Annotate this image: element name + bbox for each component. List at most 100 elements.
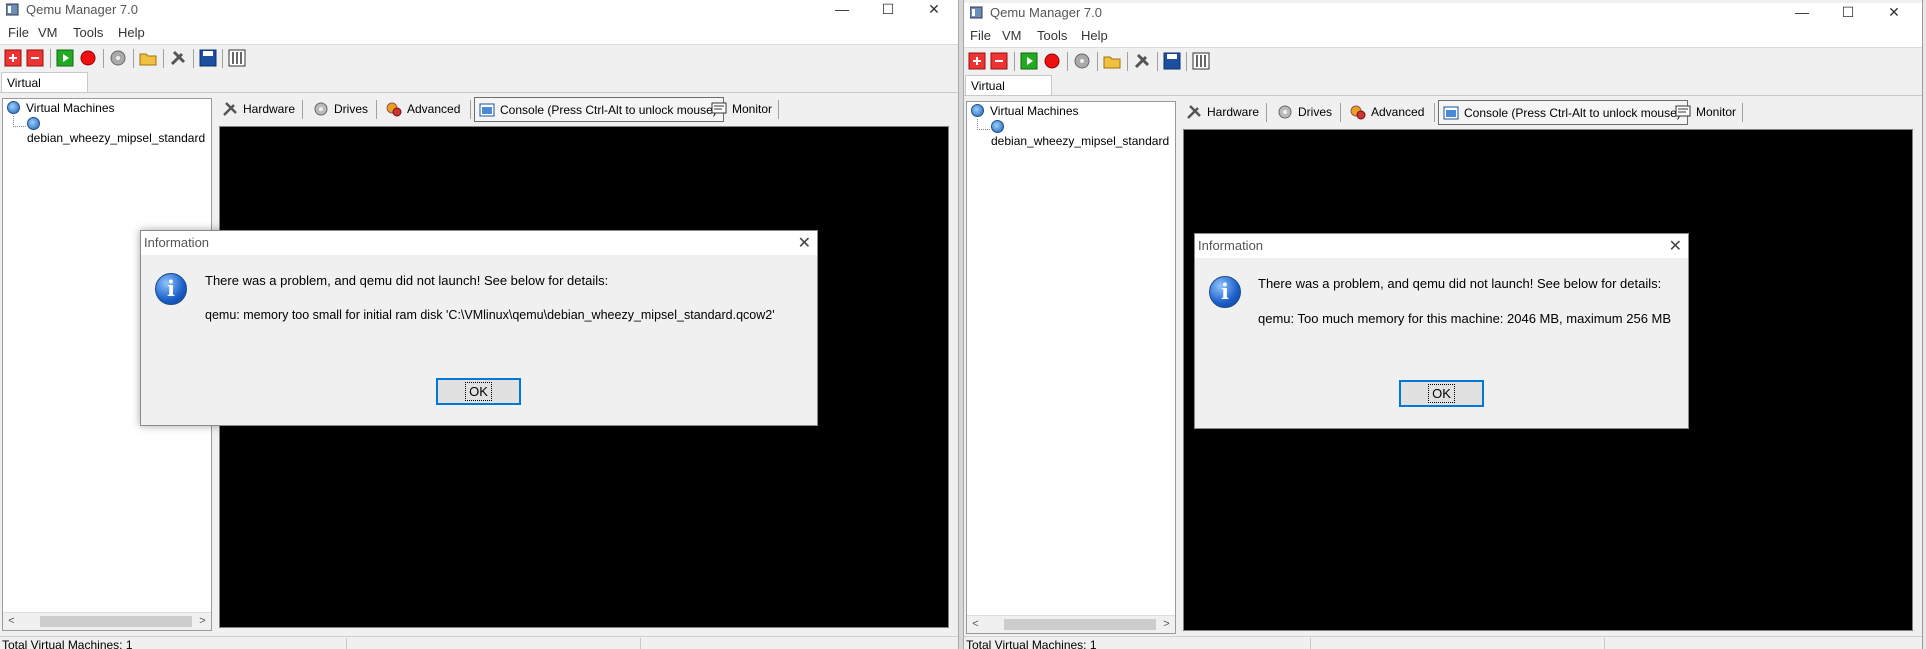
stop-vm-icon[interactable] xyxy=(1043,52,1061,70)
dialog-close-icon[interactable]: ✕ xyxy=(798,233,811,253)
menu-help[interactable]: Help xyxy=(1081,28,1108,43)
maximize-button[interactable]: ☐ xyxy=(868,0,908,20)
status-text: Total Virtual Machines: 1 xyxy=(2,638,133,649)
tab-separator xyxy=(470,100,471,119)
stop-vm-icon[interactable] xyxy=(79,49,97,67)
open-folder-icon[interactable] xyxy=(1103,52,1121,70)
delete-vm-icon[interactable] xyxy=(26,49,44,67)
tools-icon[interactable] xyxy=(1133,52,1151,70)
toolbar-separator xyxy=(193,49,194,68)
dialog-close-icon[interactable]: ✕ xyxy=(1669,236,1682,256)
toolbar-separator xyxy=(1014,52,1015,71)
tab-separator xyxy=(376,100,377,119)
toolbar-separator xyxy=(103,49,104,68)
menu-file[interactable]: File xyxy=(970,28,991,43)
window-title: Qemu Manager 7.0 xyxy=(990,5,1103,20)
disk-icon[interactable] xyxy=(109,49,127,67)
toolbar-separator xyxy=(1186,52,1187,71)
close-button[interactable]: ✕ xyxy=(1874,3,1914,23)
tab-hardware[interactable]: Hardware xyxy=(218,97,301,122)
monitor-icon xyxy=(1675,105,1691,117)
tree-root[interactable]: Virtual Machines xyxy=(7,101,115,117)
ok-button[interactable]: OK xyxy=(1399,380,1484,407)
tree-item-vm[interactable]: debian_wheezy_mipsel_standard xyxy=(991,120,1175,148)
keyboard-icon[interactable] xyxy=(228,49,246,67)
tab-virtual-machines[interactable]: Virtual Machines xyxy=(1,72,88,110)
tab-monitor[interactable]: Monitor xyxy=(1671,100,1742,125)
menu-vm[interactable]: VM xyxy=(38,25,58,40)
minimize-button[interactable]: — xyxy=(1782,3,1822,23)
qemu-manager-window-right: Qemu Manager 7.0 — ☐ ✕ File VM Tools Hel… xyxy=(964,3,1922,649)
scroll-thumb[interactable] xyxy=(40,616,192,627)
tab-virtual-machines[interactable]: Virtual Machines xyxy=(965,75,1052,113)
window-title: Qemu Manager 7.0 xyxy=(26,2,139,17)
tab-drives[interactable]: Drives xyxy=(1273,100,1338,125)
tree-root-label: Virtual Machines xyxy=(26,101,115,115)
tab-separator xyxy=(1266,103,1267,122)
dialog-detail: qemu: Too much memory for this machine: … xyxy=(1258,311,1672,326)
scroll-left-icon[interactable]: < xyxy=(967,616,984,633)
save-icon[interactable] xyxy=(1163,52,1181,70)
toolbar-separator xyxy=(163,49,164,68)
tab-hardware-label: Hardware xyxy=(243,102,296,116)
status-divider xyxy=(1310,638,1311,649)
tab-advanced[interactable]: Advanced xyxy=(382,97,466,122)
dialog-title: Information xyxy=(144,235,210,250)
scroll-thumb[interactable] xyxy=(1004,619,1156,630)
tree-root[interactable]: Virtual Machines xyxy=(971,104,1079,120)
status-bar: Total Virtual Machines: 1 xyxy=(0,636,958,649)
app-icon xyxy=(6,3,19,16)
menu-tools[interactable]: Tools xyxy=(73,25,103,40)
ok-button[interactable]: OK xyxy=(436,378,521,405)
tab-console[interactable]: Console (Press Ctrl-Alt to unlock mouse) xyxy=(474,97,724,122)
menu-tools[interactable]: Tools xyxy=(1037,28,1067,43)
open-folder-icon[interactable] xyxy=(139,49,157,67)
keyboard-icon[interactable] xyxy=(1192,52,1210,70)
tab-separator xyxy=(1340,103,1341,122)
tab-monitor-label: Monitor xyxy=(732,102,773,116)
toolbar xyxy=(964,47,1922,75)
tree-hscrollbar[interactable]: < > xyxy=(967,615,1175,633)
tab-monitor[interactable]: Monitor xyxy=(707,97,778,122)
tab-drives[interactable]: Drives xyxy=(309,97,374,122)
start-vm-icon[interactable] xyxy=(56,49,74,67)
disk-icon[interactable] xyxy=(1073,52,1091,70)
tab-console[interactable]: Console (Press Ctrl-Alt to unlock mouse) xyxy=(1438,100,1688,125)
console-icon xyxy=(1443,106,1459,120)
menu-bar: File VM Tools Help xyxy=(964,23,1922,47)
console-icon xyxy=(479,103,495,117)
tab-advanced-label: Advanced xyxy=(1371,105,1425,119)
toolbar-separator xyxy=(222,49,223,68)
advanced-icon xyxy=(1350,105,1366,120)
tab-advanced[interactable]: Advanced xyxy=(1346,100,1430,125)
new-vm-icon[interactable] xyxy=(968,52,986,70)
tree-item-vm[interactable]: debian_wheezy_mipsel_standard xyxy=(27,117,211,145)
tab-advanced-label: Advanced xyxy=(407,102,461,116)
ok-button-label: OK xyxy=(1428,384,1455,403)
qemu-manager-window-left: Qemu Manager 7.0 — ☐ ✕ File VM Tools Hel… xyxy=(0,0,958,649)
tree-connector xyxy=(13,116,26,127)
scroll-right-icon[interactable]: > xyxy=(194,613,211,630)
dialog-message: There was a problem, and qemu did not la… xyxy=(1258,276,1662,291)
app-icon xyxy=(970,6,983,19)
start-vm-icon[interactable] xyxy=(1020,52,1038,70)
info-icon: i xyxy=(1209,276,1241,308)
menu-file[interactable]: File xyxy=(8,25,29,40)
scroll-right-icon[interactable]: > xyxy=(1158,616,1175,633)
tab-hardware[interactable]: Hardware xyxy=(1182,100,1265,125)
vm-group-icon xyxy=(7,101,20,114)
vm-tree: Virtual Machines debian_wheezy_mipsel_st… xyxy=(966,101,1176,634)
close-button[interactable]: ✕ xyxy=(914,0,954,20)
tools-icon[interactable] xyxy=(169,49,187,67)
scroll-left-icon[interactable]: < xyxy=(3,613,20,630)
menu-vm[interactable]: VM xyxy=(1002,28,1022,43)
tab-separator xyxy=(302,100,303,119)
minimize-button[interactable]: — xyxy=(822,0,862,20)
save-icon[interactable] xyxy=(199,49,217,67)
tree-hscrollbar[interactable]: < > xyxy=(3,612,211,630)
menu-help[interactable]: Help xyxy=(118,25,145,40)
tree-item-label: debian_wheezy_mipsel_standard xyxy=(991,134,1170,148)
maximize-button[interactable]: ☐ xyxy=(1828,3,1868,23)
delete-vm-icon[interactable] xyxy=(990,52,1008,70)
new-vm-icon[interactable] xyxy=(4,49,22,67)
